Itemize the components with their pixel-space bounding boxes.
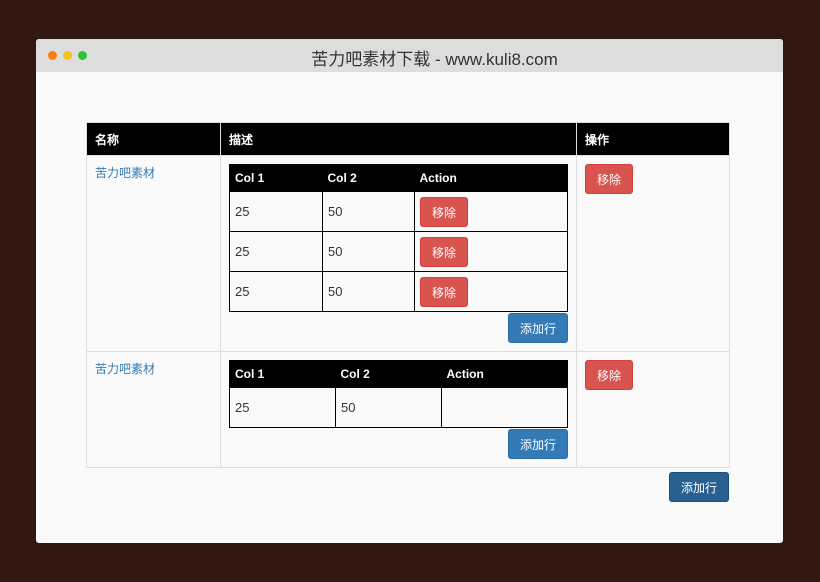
inner-header-col2: Col 2 [335, 360, 442, 388]
header-name: 名称 [86, 122, 221, 156]
remove-inner-row-button[interactable]: 移除 [420, 236, 469, 267]
cell-col1: 25 [229, 387, 336, 428]
inner-header-action: Action [441, 360, 568, 388]
inner-table: Col 1 Col 2 Action 25 50 [229, 360, 568, 428]
table-row: 苦力吧素材 Col 1 Col 2 Action 25 50 添加行 移除 [86, 351, 730, 468]
cell-col1: 25 [229, 271, 323, 312]
window-title: 苦力吧素材下载 - www.kuli8.com [311, 50, 558, 69]
inner-header-col1: Col 1 [229, 164, 323, 192]
add-inner-row-button[interactable]: 添加行 [507, 313, 568, 343]
remove-inner-row-button[interactable]: 移除 [420, 276, 469, 307]
cell-col2: 50 [322, 231, 415, 272]
cell-col2: 50 [322, 271, 415, 312]
header-description: 描述 [220, 122, 577, 156]
main-table: 名称 描述 操作 苦力吧素材 Col 1 Col 2 Action 25 50 移除 2… [86, 122, 730, 468]
table-row: 苦力吧素材 Col 1 Col 2 Action 25 50 移除 25 50 移除 25 5… [86, 155, 730, 352]
remove-row-button[interactable]: 移除 [585, 164, 634, 194]
inner-header-col2: Col 2 [322, 164, 415, 192]
cell-col1: 25 [229, 191, 323, 232]
inner-row: 25 50 [229, 387, 568, 428]
inner-row: 25 50 移除 [229, 271, 568, 312]
inner-table: Col 1 Col 2 Action 25 50 移除 25 50 移除 25 50 移除 [229, 164, 568, 312]
remove-inner-row-button[interactable]: 移除 [420, 196, 469, 227]
add-inner-row-button[interactable]: 添加行 [507, 429, 568, 459]
cell-col2: 50 [335, 387, 442, 428]
cell-col1: 25 [229, 231, 323, 272]
row-name-link[interactable]: 苦力吧素材 [95, 362, 155, 376]
row-name-link[interactable]: 苦力吧素材 [95, 166, 155, 180]
header-actions: 操作 [576, 122, 730, 156]
inner-row: 25 50 移除 [229, 231, 568, 272]
cell-action [441, 387, 568, 428]
browser-window: 苦力吧素材下载 - www.kuli8.com 名称 描述 操作 苦力吧素材 C… [36, 39, 783, 543]
title-bar: 苦力吧素材下载 - www.kuli8.com [36, 39, 783, 72]
add-row-button[interactable]: 添加行 [669, 472, 730, 502]
inner-header-col1: Col 1 [229, 360, 336, 388]
cell-col2: 50 [322, 191, 415, 232]
inner-row: 25 50 移除 [229, 191, 568, 232]
remove-row-button[interactable]: 移除 [585, 360, 634, 390]
inner-header-action: Action [414, 164, 568, 192]
